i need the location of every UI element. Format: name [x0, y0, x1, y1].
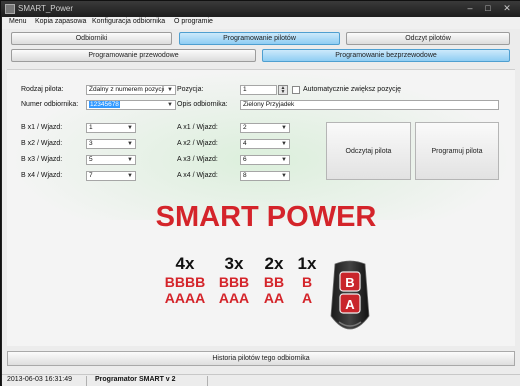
a-x3-select[interactable]: 6 ▼: [240, 155, 290, 165]
receiver-desc-value: Zielony Przyjadek: [243, 101, 295, 108]
b-x1-value: 1: [89, 124, 93, 131]
chevron-down-icon: ▼: [281, 157, 287, 163]
combo-3x-letters: BBB AAA: [212, 274, 256, 306]
b-x3-select[interactable]: 5 ▼: [86, 155, 136, 165]
remote-type-value: Zdalny z numerem pozycji: [89, 86, 165, 93]
chevron-down-icon: ▼: [281, 141, 287, 147]
title-bar: SMART_Power – □ ✕: [1, 1, 520, 17]
minimize-icon[interactable]: –: [463, 3, 477, 14]
maximize-icon[interactable]: □: [481, 3, 495, 14]
position-value: 1: [243, 86, 247, 93]
receiver-number-value: 12345678: [89, 101, 120, 108]
chevron-down-icon: ▼: [127, 173, 133, 179]
read-remote-button[interactable]: Odczytaj pilota: [326, 122, 411, 180]
auto-increment-label: Automatycznie zwiększ pozycję: [303, 86, 402, 93]
status-bar: 2013-06-03 16:31:49 Programator SMART v …: [2, 374, 520, 386]
client-area: Odbiorniki Programowanie pilotów Odczyt …: [2, 29, 520, 374]
combo-4x-b: BBBB: [164, 274, 206, 290]
menu-item-backup[interactable]: Kopia zapasowa: [35, 18, 86, 25]
chevron-down-icon: ▼: [127, 125, 133, 131]
a-x4-label: A x4 / Wjazd:: [177, 172, 218, 179]
status-device: Programator SMART v 2: [95, 376, 176, 383]
position-stepper-icon[interactable]: ▲ ▼: [278, 85, 288, 95]
tab-wireless-programming[interactable]: Programowanie bezprzewodowe: [262, 49, 510, 62]
b-x2-select[interactable]: 3 ▼: [86, 139, 136, 149]
close-icon[interactable]: ✕: [497, 3, 517, 14]
tab-remote-reading[interactable]: Odczyt pilotów: [346, 32, 510, 45]
remote-control-icon: B A: [330, 260, 370, 330]
a-x2-label: A x2 / Wjazd:: [177, 140, 218, 147]
auto-increment-checkbox[interactable]: [292, 86, 300, 94]
receiver-number-label: Numer odbiornika:: [21, 101, 79, 108]
b-x2-label: B x2 / Wjazd:: [21, 140, 63, 147]
combo-4x-count: 4x: [175, 254, 195, 273]
receiver-desc-label: Opis odbiornika:: [177, 101, 228, 108]
menu-bar: Menu Kopia zapasowa Konfiguracja odbiorn…: [2, 17, 520, 29]
chevron-down-icon: ▼: [167, 102, 173, 108]
remote-key-b: B: [345, 275, 354, 290]
a-x3-label: A x3 / Wjazd:: [177, 156, 218, 163]
menu-item-receiver-config[interactable]: Konfiguracja odbiornika: [92, 18, 165, 25]
receiver-number-select[interactable]: 12345678 ▼: [86, 100, 176, 110]
chevron-down-icon: ▼: [167, 87, 173, 93]
combo-1x-a: A: [301, 290, 313, 306]
receiver-desc-input[interactable]: Zielony Przyjadek: [240, 100, 499, 110]
combo-2x-b: BB: [263, 274, 285, 290]
a-x1-select[interactable]: 2 ▼: [240, 123, 290, 133]
tab-wired-programming[interactable]: Programowanie przewodowe: [11, 49, 256, 62]
a-x4-value: 8: [243, 172, 247, 179]
b-x1-select[interactable]: 1 ▼: [86, 123, 136, 133]
combo-3x-b: BBB: [218, 274, 250, 290]
menu-item-menu[interactable]: Menu: [9, 18, 27, 25]
chevron-down-icon: ▼: [127, 157, 133, 163]
combo-4x-a: AAAA: [164, 290, 206, 306]
tab-remote-programming[interactable]: Programowanie pilotów: [179, 32, 340, 45]
remote-type-select[interactable]: Zdalny z numerem pozycji ▼: [86, 85, 176, 95]
position-label: Pozycja:: [177, 86, 204, 93]
a-x4-select[interactable]: 8 ▼: [240, 171, 290, 181]
b-x3-value: 5: [89, 156, 93, 163]
brand-logo-text: SMART POWER: [155, 201, 377, 233]
status-divider: [207, 376, 208, 386]
remote-key-a: A: [345, 297, 355, 312]
programming-panel: Rodzaj pilota: Zdalny z numerem pozycji …: [7, 69, 515, 346]
combo-2x-letters: BB AA: [257, 274, 291, 306]
combo-3x-a: AAA: [218, 290, 250, 306]
combo-1x-count: 1x: [297, 254, 317, 273]
tab-receivers[interactable]: Odbiorniki: [11, 32, 172, 45]
chevron-down-icon: ▼: [281, 173, 287, 179]
window-title: SMART_Power: [18, 4, 73, 13]
a-x1-label: A x1 / Wjazd:: [177, 124, 218, 131]
b-x2-value: 3: [89, 140, 93, 147]
combo-3x-count: 3x: [224, 254, 244, 273]
b-x1-label: B x1 / Wjazd:: [21, 124, 63, 131]
program-remote-button[interactable]: Programuj pilota: [415, 122, 499, 180]
combo-4x-letters: BBBB AAAA: [160, 274, 210, 306]
app-icon: [5, 4, 15, 14]
a-x1-value: 2: [243, 124, 247, 131]
status-datetime: 2013-06-03 16:31:49: [7, 376, 72, 383]
combo-1x-letters: B A: [292, 274, 322, 306]
status-divider: [86, 376, 87, 386]
a-x2-value: 4: [243, 140, 247, 147]
chevron-down-icon: ▼: [127, 141, 133, 147]
b-x4-select[interactable]: 7 ▼: [86, 171, 136, 181]
combo-2x-a: AA: [263, 290, 285, 306]
a-x2-select[interactable]: 4 ▼: [240, 139, 290, 149]
b-x4-value: 7: [89, 172, 93, 179]
remote-type-label: Rodzaj pilota:: [21, 86, 64, 93]
combo-2x-count: 2x: [264, 254, 284, 273]
a-x3-value: 6: [243, 156, 247, 163]
app-window: SMART_Power – □ ✕ Menu Kopia zapasowa Ko…: [0, 0, 520, 386]
b-x4-label: B x4 / Wjazd:: [21, 172, 63, 179]
b-x3-label: B x3 / Wjazd:: [21, 156, 63, 163]
receiver-history-button[interactable]: Historia pilotów tego odbiornika: [7, 351, 515, 366]
menu-item-about[interactable]: O programie: [174, 18, 213, 25]
combo-1x-b: B: [301, 274, 313, 290]
chevron-down-icon: ▼: [281, 125, 287, 131]
position-input[interactable]: 1: [240, 85, 277, 95]
